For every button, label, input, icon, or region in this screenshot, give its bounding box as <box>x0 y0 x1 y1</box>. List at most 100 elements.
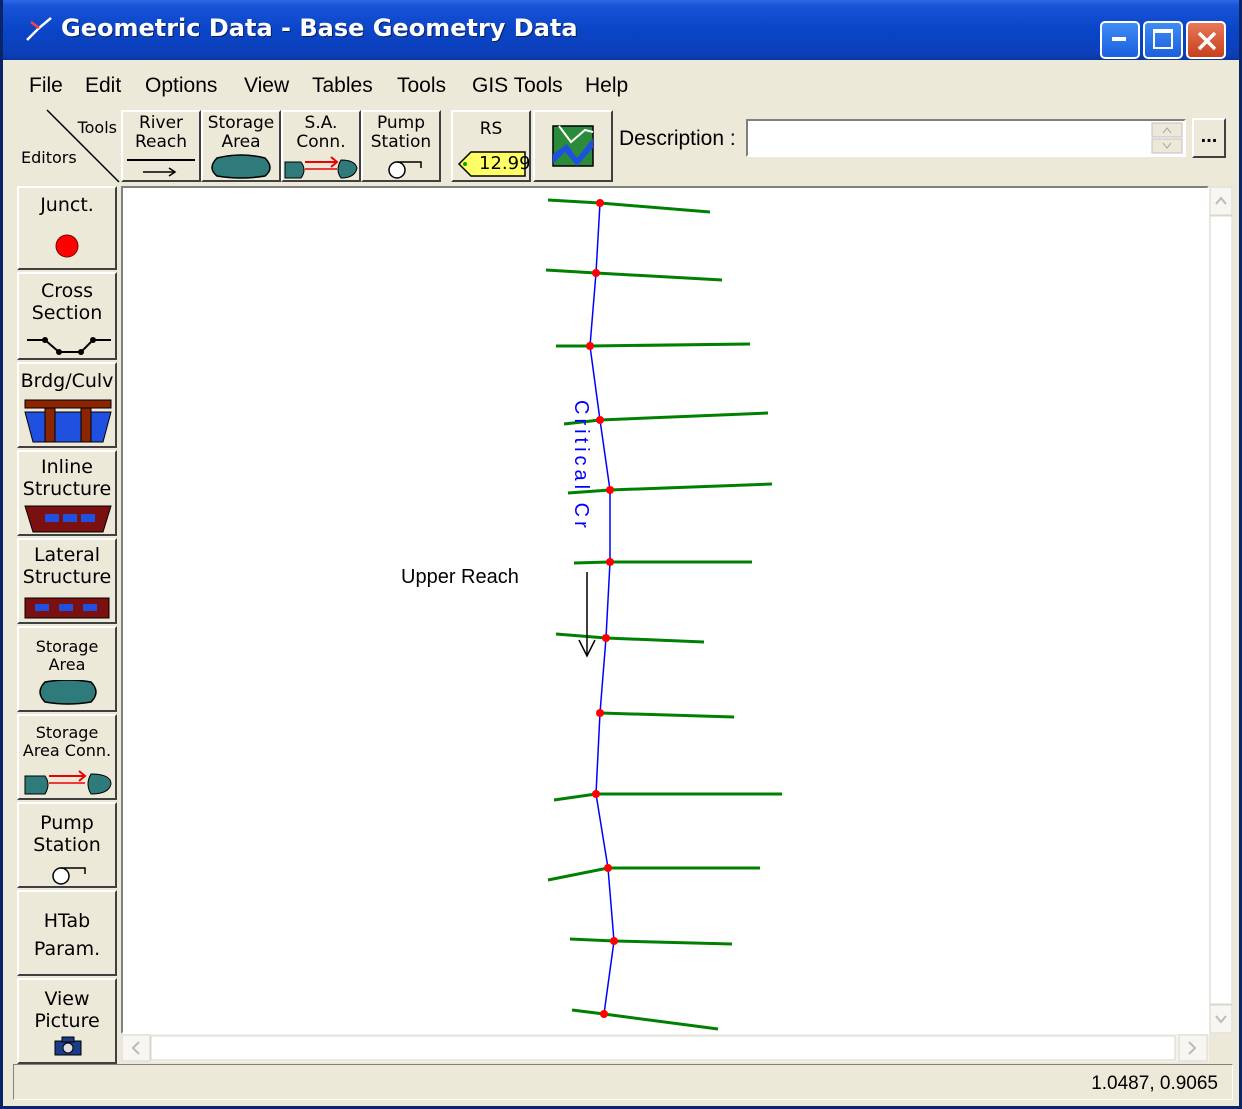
close-icon <box>1197 31 1217 51</box>
hecras-app-icon <box>26 17 52 41</box>
storage-area-conn-editor-label-1: Storage <box>35 723 99 742</box>
cross-section[interactable] <box>569 937 733 946</box>
menu-options[interactable]: Options <box>145 74 217 98</box>
cross-section-editor-label-1: Cross <box>40 280 94 302</box>
htab-param-editor-label-1: HTab <box>43 910 91 932</box>
menu-gis-tools[interactable]: GIS Tools <box>472 74 563 98</box>
storage-area-icon <box>211 154 271 179</box>
description-input[interactable] <box>746 119 1186 157</box>
close-button[interactable] <box>1186 21 1226 59</box>
lateral-structure-editor-button[interactable]: Lateral Structure <box>17 538 117 624</box>
junction-icon <box>55 234 79 258</box>
rs-tag-icon: 12.99 <box>457 150 531 178</box>
description-label: Description : <box>619 127 736 150</box>
cross-section[interactable] <box>599 711 735 719</box>
menu-bar: File Edit Options View Tables Tools GIS … <box>3 62 1239 107</box>
cross-section[interactable] <box>571 1008 719 1031</box>
cross-section[interactable] <box>547 866 760 882</box>
river-centerline[interactable] <box>589 202 615 1015</box>
menu-file[interactable]: File <box>29 74 63 98</box>
status-bar: 1.0487, 0.9065 <box>13 1064 1233 1100</box>
pump-station-editor-label-2: Station <box>33 834 101 856</box>
storage-area-editor-label-1: Storage <box>35 637 99 656</box>
storage-area-conn-editor-label-2: Area Conn. <box>22 741 112 760</box>
cross-section[interactable] <box>563 411 769 426</box>
cross-section[interactable] <box>547 198 711 214</box>
menu-help[interactable]: Help <box>585 74 628 98</box>
junction-editor-button[interactable]: Junct. <box>17 186 117 270</box>
cross-section-editor-label-2: Section <box>31 302 103 324</box>
tools-editors-corner: Tools Editors <box>17 108 121 184</box>
horizontal-scrollbar-parts <box>121 1034 1208 1062</box>
storage-area-tool-label-2: Area <box>221 132 261 152</box>
map-icon <box>552 125 594 167</box>
vertical-scrollbar-parts <box>1209 186 1233 1034</box>
maximize-button[interactable] <box>1143 21 1183 59</box>
bridge-culvert-editor-button[interactable]: Brdg/Culv <box>17 362 117 448</box>
rs-tag-value: 12.99 <box>479 153 531 174</box>
geometric-data-window: Geometric Data - Base Geometry Data File… <box>0 0 1242 1109</box>
menu-view[interactable]: View <box>244 74 289 98</box>
storage-area-tool-label-1: Storage <box>207 113 275 133</box>
camera-icon <box>54 1036 82 1056</box>
sa-conn-tool-label-2: Conn. <box>296 132 346 152</box>
inline-structure-editor-button[interactable]: Inline Structure <box>17 450 117 536</box>
tools-label: Tools <box>77 118 117 137</box>
storage-area-conn-editor-button[interactable]: Storage Area Conn. <box>17 714 117 800</box>
pump-icon <box>388 161 422 179</box>
view-picture-label-1: View <box>44 988 90 1010</box>
junction-editor-label: Junct. <box>40 194 94 216</box>
lateral-structure-editor-label-2: Structure <box>22 566 112 588</box>
maximize-icon <box>1153 29 1173 49</box>
river-name-label: Critical Cr <box>570 400 592 532</box>
window-title: Geometric Data - Base Geometry Data <box>61 14 578 42</box>
inline-structure-editor-label-1: Inline <box>41 456 93 478</box>
bridge-icon <box>24 399 112 443</box>
bridge-culvert-editor-label: Brdg/Culv <box>20 370 114 392</box>
description-more-button[interactable]: ... <box>1192 118 1226 158</box>
title-bar[interactable]: Geometric Data - Base Geometry Data <box>3 0 1239 60</box>
storage-area-conn-editor-icon <box>24 770 112 795</box>
pump-station-editor-button[interactable]: Pump Station <box>17 802 117 888</box>
storage-area-editor-label-2: Area <box>48 655 86 674</box>
storage-area-editor-icon <box>39 680 97 705</box>
vertical-scrollbar[interactable] <box>1209 186 1233 1034</box>
view-picture-label-2: Picture <box>34 1010 100 1032</box>
cross-section-nodes <box>586 199 618 1018</box>
editors-label: Editors <box>21 148 77 167</box>
pump-station-tool-label-2: Station <box>370 132 432 152</box>
cross-section[interactable] <box>555 632 705 644</box>
cross-section[interactable] <box>553 792 782 802</box>
rs-label: RS <box>479 119 503 139</box>
pump-station-tool-button[interactable]: Pump Station <box>361 110 441 182</box>
cross-section[interactable] <box>545 268 723 282</box>
cross-section[interactable] <box>573 560 752 565</box>
pump-station-editor-label-1: Pump <box>40 812 94 834</box>
htab-param-editor-button[interactable]: HTab Param. <box>17 890 117 976</box>
river-reach-button[interactable]: River Reach <box>121 110 201 182</box>
flow-direction-arrow <box>578 572 596 658</box>
river-reach-label-1: River <box>138 113 184 133</box>
schematic-canvas[interactable]: Critical Cr Upper Reach <box>121 186 1209 1034</box>
storage-area-editor-button[interactable]: Storage Area <box>17 626 117 712</box>
sa-conn-tool-button[interactable]: S.A. Conn. <box>281 110 361 182</box>
cross-section[interactable] <box>567 482 773 495</box>
sa-conn-tool-label-1: S.A. <box>304 113 338 133</box>
menu-tables[interactable]: Tables <box>312 74 373 98</box>
river-reach-label-2: Reach <box>134 132 188 152</box>
minimize-icon <box>1112 37 1126 41</box>
rs-button[interactable]: RS 12.99 <box>451 110 531 182</box>
menu-edit[interactable]: Edit <box>85 74 121 98</box>
storage-area-tool-button[interactable]: Storage Area <box>201 110 281 182</box>
cross-section-editor-button[interactable]: Cross Section <box>17 272 117 360</box>
sa-conn-icon <box>284 156 358 179</box>
cross-section-lines <box>545 198 782 1031</box>
menu-tools[interactable]: Tools <box>397 74 446 98</box>
view-picture-button[interactable]: View Picture <box>17 978 117 1064</box>
minimize-button[interactable] <box>1100 21 1140 59</box>
horizontal-scrollbar[interactable] <box>121 1034 1209 1062</box>
description-spinner[interactable] <box>1151 122 1183 154</box>
cross-section[interactable] <box>556 342 751 348</box>
gis-map-button[interactable] <box>533 110 613 182</box>
cursor-coordinates: 1.0487, 0.9065 <box>1091 1073 1218 1094</box>
